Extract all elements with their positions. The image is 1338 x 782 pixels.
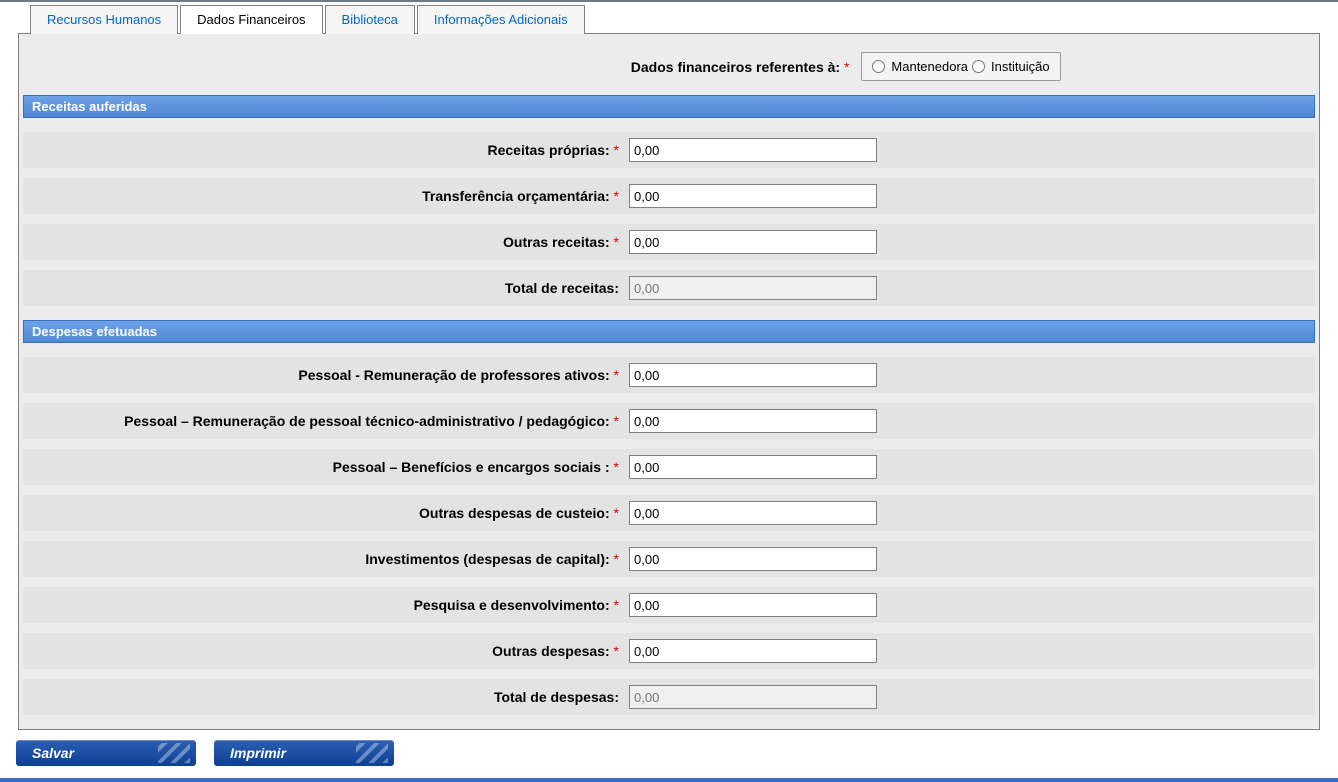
label-total-receitas: Total de receitas: [23,280,623,296]
required-asterisk: * [614,142,619,158]
required-asterisk: * [614,367,619,383]
input-total-despesas [629,685,877,709]
section-body-receitas: Receitas próprias: * Transferência orçam… [23,124,1315,306]
input-outras-receitas[interactable] [629,230,877,254]
label-pesquisa: Pesquisa e desenvolvimento: * [23,597,623,613]
row-beneficios: Pessoal – Benefícios e encargos sociais … [23,449,1315,485]
label-total-despesas: Total de despesas: [23,689,623,705]
input-outras-despesas[interactable] [629,639,877,663]
label-outras-despesas: Outras despesas: * [23,643,623,659]
required-asterisk: * [614,551,619,567]
row-custeio: Outras despesas de custeio: * [23,495,1315,531]
row-outras-despesas: Outras despesas: * [23,633,1315,669]
row-pesquisa: Pesquisa e desenvolvimento: * [23,587,1315,623]
required-asterisk: * [614,459,619,475]
tab-recursos-humanos[interactable]: Recursos Humanos [30,5,178,34]
input-pesquisa[interactable] [629,593,877,617]
referente-row: Dados financeiros referentes à: * Manten… [19,34,1319,95]
label-outras-receitas: Outras receitas: * [23,234,623,250]
section-body-despesas: Pessoal - Remuneração de professores ati… [23,349,1315,715]
required-asterisk: * [614,413,619,429]
required-asterisk: * [844,59,849,75]
input-investimentos[interactable] [629,547,877,571]
content-panel: Dados financeiros referentes à: * Manten… [18,33,1320,730]
label-custeio: Outras despesas de custeio: * [23,505,623,521]
row-transferencia-orcamentaria: Transferência orçamentária: * [23,178,1315,214]
label-investimentos: Investimentos (despesas de capital): * [23,551,623,567]
radio-mantenedora-label: Mantenedora [891,59,968,74]
input-total-receitas [629,276,877,300]
label-professores: Pessoal - Remuneração de professores ati… [23,367,623,383]
label-transferencia-orcamentaria: Transferência orçamentária: * [23,188,623,204]
radio-mantenedora[interactable] [872,60,885,73]
radio-instituicao-label: Instituição [991,59,1050,74]
input-receitas-proprias[interactable] [629,138,877,162]
input-transferencia-orcamentaria[interactable] [629,184,877,208]
required-asterisk: * [614,188,619,204]
label-tecnico-administrativo: Pessoal – Remuneração de pessoal técnico… [23,413,623,429]
required-asterisk: * [614,505,619,521]
referente-label: Dados financeiros referentes à: * [277,59,849,75]
row-total-receitas: Total de receitas: [23,270,1315,306]
label-beneficios: Pessoal – Benefícios e encargos sociais … [23,459,623,475]
input-custeio[interactable] [629,501,877,525]
tab-informacoes-adicionais[interactable]: Informações Adicionais [417,5,585,34]
required-asterisk: * [614,643,619,659]
label-receitas-proprias: Receitas próprias: * [23,142,623,158]
row-receitas-proprias: Receitas próprias: * [23,132,1315,168]
section-header-receitas: Receitas auferidas [23,95,1315,118]
input-tecnico-administrativo[interactable] [629,409,877,433]
referente-radio-group: Mantenedora Instituição [861,52,1060,81]
required-asterisk: * [614,234,619,250]
tab-dados-financeiros[interactable]: Dados Financeiros [180,5,322,34]
row-total-despesas: Total de despesas: [23,679,1315,715]
section-header-despesas: Despesas efetuadas [23,320,1315,343]
tab-bar: Recursos Humanos Dados Financeiros Bibli… [0,2,1338,33]
imprimir-button[interactable]: Imprimir [214,740,394,766]
salvar-button[interactable]: Salvar [16,740,196,766]
row-professores: Pessoal - Remuneração de professores ati… [23,357,1315,393]
button-bar: Salvar Imprimir [0,730,1338,766]
input-beneficios[interactable] [629,455,877,479]
required-asterisk: * [614,597,619,613]
radio-instituicao[interactable] [972,60,985,73]
input-professores[interactable] [629,363,877,387]
row-investimentos: Investimentos (despesas de capital): * [23,541,1315,577]
row-outras-receitas: Outras receitas: * [23,224,1315,260]
tab-biblioteca[interactable]: Biblioteca [325,5,415,34]
row-tecnico-administrativo: Pessoal – Remuneração de pessoal técnico… [23,403,1315,439]
